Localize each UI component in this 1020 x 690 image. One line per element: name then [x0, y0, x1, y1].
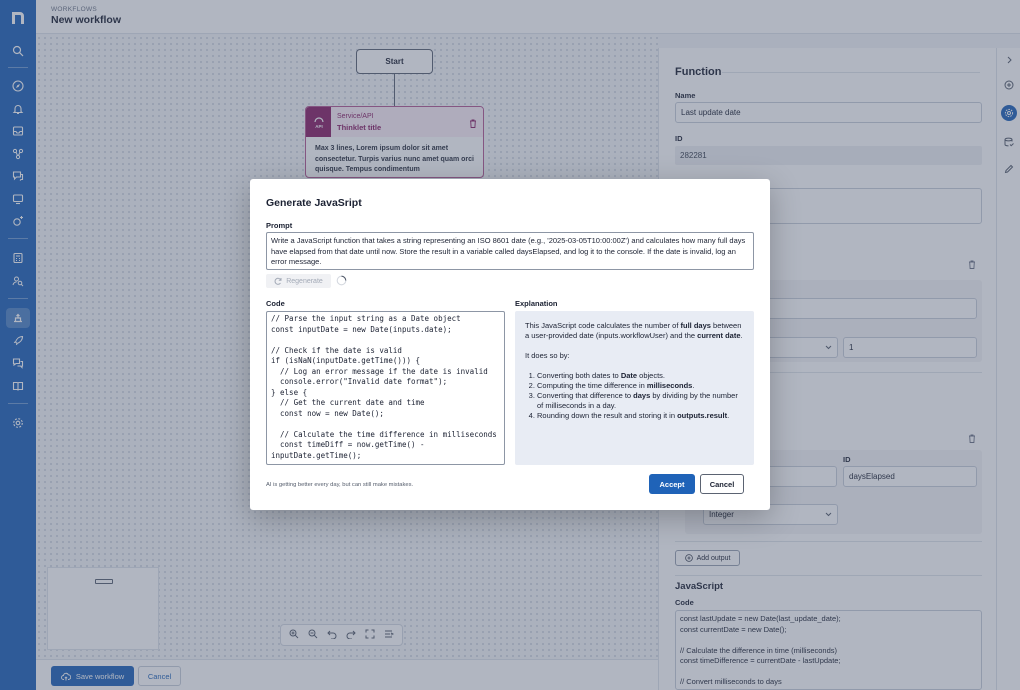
dialog-title: Generate JavaSript [266, 197, 362, 209]
explanation-intro: This JavaScript code calculates the numb… [525, 321, 743, 340]
explanation-does: It does so by: [525, 351, 570, 360]
explanation-steps: Converting both dates to Date objects. C… [525, 371, 744, 421]
regenerate-button[interactable]: Regenerate [266, 274, 331, 288]
ai-disclaimer: AI is getting better every day, but can … [266, 482, 414, 488]
explanation-step: Converting that difference to days by di… [537, 391, 744, 411]
regenerate-label: Regenerate [286, 277, 323, 285]
explanation-step: Rounding down the result and storing it … [537, 411, 744, 421]
explanation-step: Computing the time difference in millise… [537, 381, 744, 391]
generate-javascript-dialog: Generate JavaSript Prompt Write a JavaSc… [250, 179, 770, 510]
generated-code-editor[interactable]: // Parse the input string as a Date obje… [266, 311, 505, 465]
explanation-label: Explanation [515, 299, 558, 308]
cancel-button[interactable]: Cancel [700, 474, 744, 494]
prompt-label: Prompt [266, 221, 293, 230]
loading-spinner-icon [336, 275, 347, 289]
accept-button[interactable]: Accept [649, 474, 695, 494]
explanation-step: Converting both dates to Date objects. [537, 371, 744, 381]
code-label: Code [266, 299, 285, 308]
refresh-icon [274, 277, 282, 285]
explanation-panel: This JavaScript code calculates the numb… [515, 311, 754, 465]
prompt-textarea[interactable]: Write a JavaScript function that takes a… [266, 232, 754, 270]
